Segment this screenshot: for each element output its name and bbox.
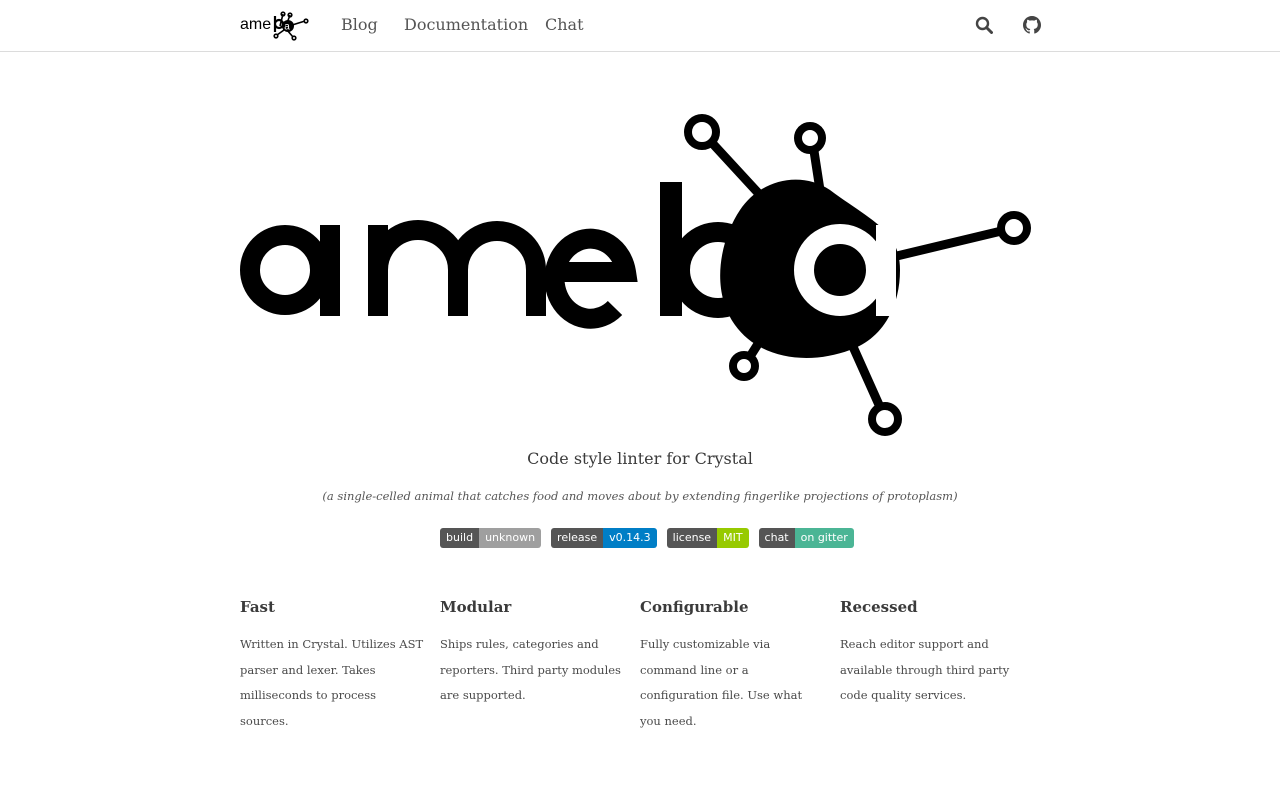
feature-fast: Fast Written in Crystal. Utilizes AST pa… bbox=[240, 596, 440, 734]
sub-tagline: (a single-celled animal that catches foo… bbox=[322, 489, 958, 503]
release-badge[interactable]: release v0.14.3 bbox=[551, 528, 657, 548]
feature-configurable: Configurable Fully customizable via comm… bbox=[640, 596, 840, 734]
feature-title: Fast bbox=[240, 598, 275, 616]
brand-logo[interactable]: ame a bbox=[240, 10, 310, 42]
feature-title: Recessed bbox=[840, 598, 918, 616]
ameba-large-logo-icon bbox=[240, 114, 1031, 436]
license-badge[interactable]: license MIT bbox=[666, 528, 749, 548]
feature-text: Fully customizable via command line or a… bbox=[640, 637, 803, 728]
build-badge[interactable]: build unknown bbox=[440, 528, 542, 548]
chat-badge[interactable]: chat on gitter bbox=[758, 528, 854, 548]
feature-text: Ships rules, categories and reporters. T… bbox=[440, 637, 621, 702]
nav-link-blog[interactable]: Blog bbox=[341, 15, 378, 34]
badge-value: on gitter bbox=[794, 528, 854, 548]
ameba-small-logo-icon: ame a bbox=[240, 11, 309, 41]
badge-label: build bbox=[440, 528, 480, 548]
feature-text: Reach editor support and available throu… bbox=[840, 637, 1010, 702]
badge-value: unknown bbox=[479, 528, 542, 548]
badge-value: MIT bbox=[717, 528, 749, 548]
badge-value: v0.14.3 bbox=[603, 528, 657, 548]
svg-text:a: a bbox=[284, 22, 290, 33]
top-navbar: ame a Blog Documentation Chat bbox=[0, 0, 1280, 52]
badge-label: license bbox=[666, 528, 718, 548]
feature-text: Written in Crystal. Utilizes AST parser … bbox=[240, 637, 424, 728]
hero-logo bbox=[240, 110, 1040, 450]
nav-link-chat[interactable]: Chat bbox=[545, 15, 584, 34]
tagline: Code style linter for Crystal bbox=[527, 449, 753, 468]
feature-modular: Modular Ships rules, categories and repo… bbox=[440, 596, 640, 734]
badge-label: chat bbox=[758, 528, 795, 548]
github-icon[interactable] bbox=[1023, 16, 1041, 34]
nav-link-documentation[interactable]: Documentation bbox=[404, 15, 528, 34]
feature-title: Modular bbox=[440, 598, 512, 616]
badge-label: release bbox=[551, 528, 604, 548]
svg-text:ame: ame bbox=[240, 16, 271, 33]
feature-recessed: Recessed Reach editor support and availa… bbox=[840, 596, 1040, 734]
features-section: Fast Written in Crystal. Utilizes AST pa… bbox=[240, 596, 1040, 734]
search-icon[interactable] bbox=[975, 16, 993, 34]
feature-title: Configurable bbox=[640, 598, 749, 616]
badge-row: build unknown release v0.14.3 license MI… bbox=[440, 528, 854, 548]
